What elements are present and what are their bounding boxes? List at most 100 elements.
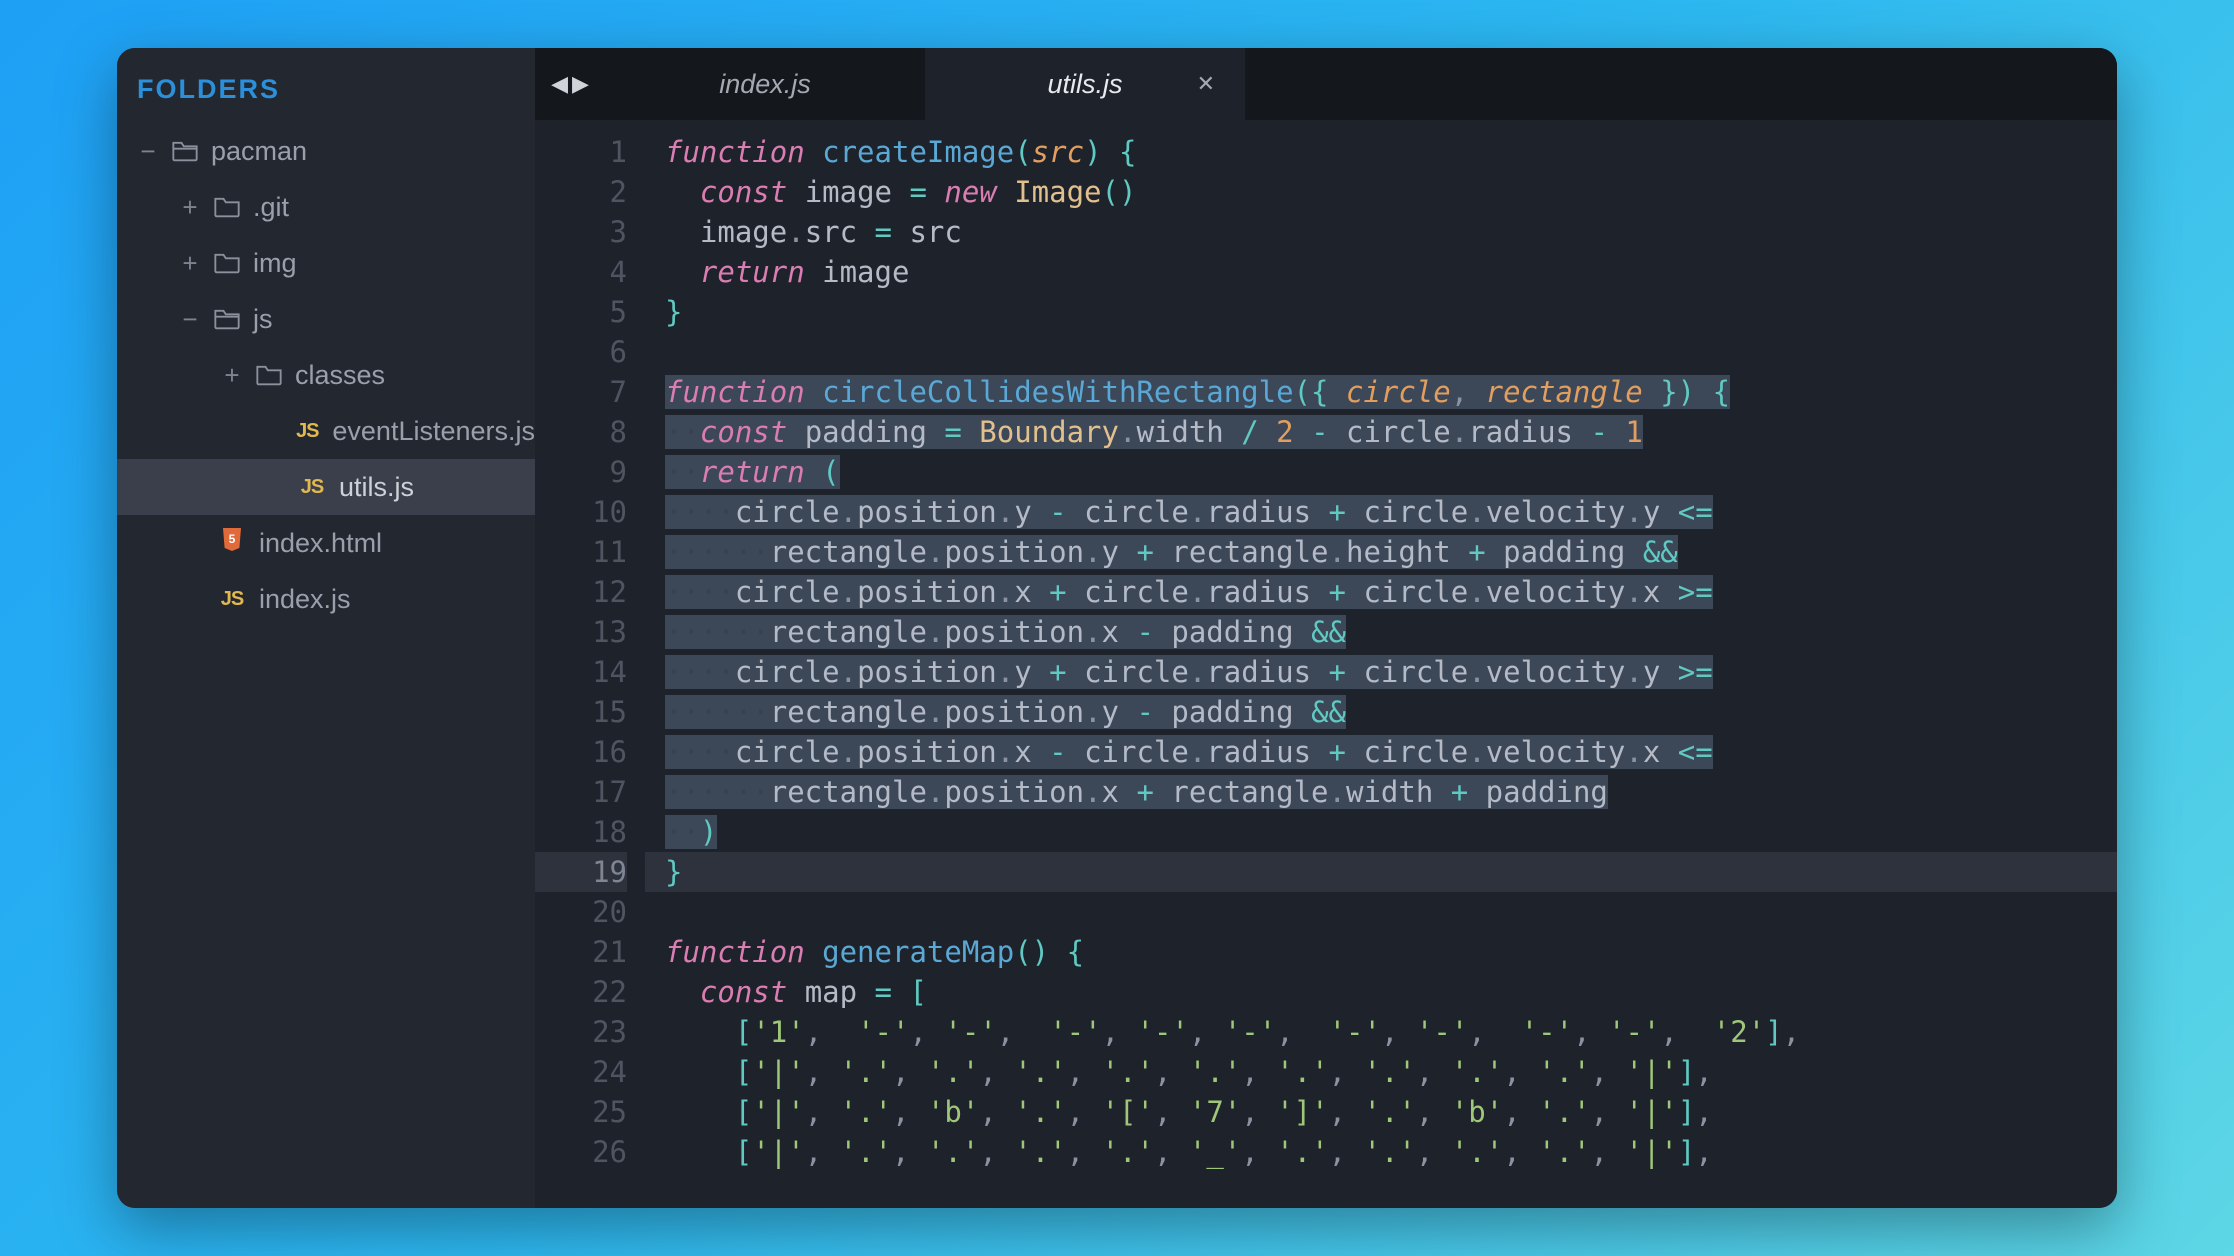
folder-icon [213,195,241,219]
tree-file[interactable]: JS eventListeners.js [117,403,535,459]
line-number: 4 [535,252,627,292]
tree-folder[interactable]: + classes [117,347,535,403]
code-line[interactable]: image.src = src [665,212,2117,252]
code-line[interactable]: ····circle.position.x + circle.radius + … [665,572,2117,612]
line-number: 23 [535,1012,627,1052]
line-number: 7 [535,372,627,412]
tab-label: index.js [719,69,811,100]
tab-bar: ◀ ▶ index.js utils.js ✕ [535,48,2117,120]
code-line[interactable]: function createImage(src) { [665,132,2117,172]
code-line[interactable]: ····circle.position.y + circle.radius + … [665,652,2117,692]
tree-folder[interactable]: + .git [117,179,535,235]
code-line[interactable]: ····circle.position.y - circle.radius + … [665,492,2117,532]
js-file-icon: JS [297,476,327,499]
file-tree: − pacman+ .git+ img− js+ classesJSeventL… [117,123,535,627]
line-number: 25 [535,1092,627,1132]
tree-folder[interactable]: + img [117,235,535,291]
code-line[interactable]: ··const padding = Boundary.width / 2 - c… [665,412,2117,452]
expand-icon[interactable]: − [179,304,201,335]
folder-icon [213,251,241,275]
line-number: 19 [535,852,627,892]
expand-icon[interactable]: + [179,248,201,279]
line-number: 14 [535,652,627,692]
tab-label: utils.js [1047,69,1122,100]
line-number: 24 [535,1052,627,1092]
close-icon[interactable]: ✕ [1197,71,1215,97]
tree-item-label: classes [295,360,385,391]
tree-item-label: eventListeners.js [332,416,535,447]
line-number: 12 [535,572,627,612]
nav-next-icon[interactable]: ▶ [572,71,589,97]
tree-folder[interactable]: − pacman [117,123,535,179]
code-line[interactable]: ··return ( [665,452,2117,492]
line-number: 10 [535,492,627,532]
code-line[interactable]: const image = new Image() [665,172,2117,212]
tree-folder[interactable]: − js [117,291,535,347]
tab-index-js[interactable]: index.js [605,48,925,120]
tree-item-label: utils.js [339,472,414,503]
line-number: 3 [535,212,627,252]
line-number: 8 [535,412,627,452]
tree-item-label: pacman [211,136,307,167]
html-file-icon: 5 [217,526,247,561]
code-line[interactable]: ··) [665,812,2117,852]
code-line[interactable] [665,332,2117,372]
tab-utils-js[interactable]: utils.js ✕ [925,48,1245,120]
code-line[interactable]: ······rectangle.position.x + rectangle.w… [665,772,2117,812]
line-number: 2 [535,172,627,212]
tab-nav-arrows[interactable]: ◀ ▶ [535,48,605,120]
folder-icon [213,307,241,331]
folder-icon [255,363,283,387]
code-line[interactable]: ['1', '-', '-', '-', '-', '-', '-', '-',… [665,1012,2117,1052]
line-number: 17 [535,772,627,812]
code-line[interactable] [665,892,2117,932]
code-line[interactable]: ['|', '.', '.', '.', '.', '_', '.', '.',… [665,1132,2117,1172]
tree-item-label: .git [253,192,289,223]
tree-file[interactable]: 5 index.html [117,515,535,571]
line-number: 5 [535,292,627,332]
line-number: 22 [535,972,627,1012]
code-line[interactable]: } [645,852,2117,892]
tree-item-label: img [253,248,297,279]
code-editor[interactable]: 1234567891011121314151617181920212223242… [535,120,2117,1208]
tree-item-label: js [253,304,273,335]
tree-file[interactable]: JS utils.js [117,459,535,515]
main-area: ◀ ▶ index.jsutils.js✕ 123456789101112131… [535,48,2117,1208]
tree-file[interactable]: JSindex.js [117,571,535,627]
line-number: 11 [535,532,627,572]
line-number: 15 [535,692,627,732]
expand-icon[interactable]: + [221,360,243,391]
code-line[interactable]: ······rectangle.position.x - padding && [665,612,2117,652]
expand-icon[interactable]: − [137,136,159,167]
line-number: 1 [535,132,627,172]
expand-icon[interactable]: + [179,192,201,223]
js-file-icon: JS [294,420,320,443]
svg-text:5: 5 [229,532,236,546]
line-number: 26 [535,1132,627,1172]
js-file-icon: JS [217,588,247,611]
sidebar: FOLDERS − pacman+ .git+ img− js+ classes… [117,48,535,1208]
nav-prev-icon[interactable]: ◀ [551,71,568,97]
folders-header: FOLDERS [117,60,535,123]
line-number: 9 [535,452,627,492]
code-line[interactable]: ······rectangle.position.y - padding && [665,692,2117,732]
line-number: 20 [535,892,627,932]
line-number: 6 [535,332,627,372]
folder-icon [171,139,199,163]
code-line[interactable]: ····circle.position.x - circle.radius + … [665,732,2117,772]
line-number: 13 [535,612,627,652]
line-number: 16 [535,732,627,772]
line-number-gutter: 1234567891011121314151617181920212223242… [535,120,645,1208]
code-line[interactable]: ['|', '.', 'b', '.', '[', '7', ']', '.',… [665,1092,2117,1132]
code-line[interactable]: } [665,292,2117,332]
line-number: 21 [535,932,627,972]
editor-window: FOLDERS − pacman+ .git+ img− js+ classes… [117,48,2117,1208]
code-line[interactable]: function circleCollidesWithRectangle({ c… [665,372,2117,412]
code-line[interactable]: ['|', '.', '.', '.', '.', '.', '.', '.',… [665,1052,2117,1092]
code-line[interactable]: return image [665,252,2117,292]
code-area[interactable]: function createImage(src) { const image … [645,120,2117,1208]
code-line[interactable]: const map = [ [665,972,2117,1012]
code-line[interactable]: function generateMap() { [665,932,2117,972]
tree-item-label: index.html [259,528,382,559]
code-line[interactable]: ······rectangle.position.y + rectangle.h… [665,532,2117,572]
